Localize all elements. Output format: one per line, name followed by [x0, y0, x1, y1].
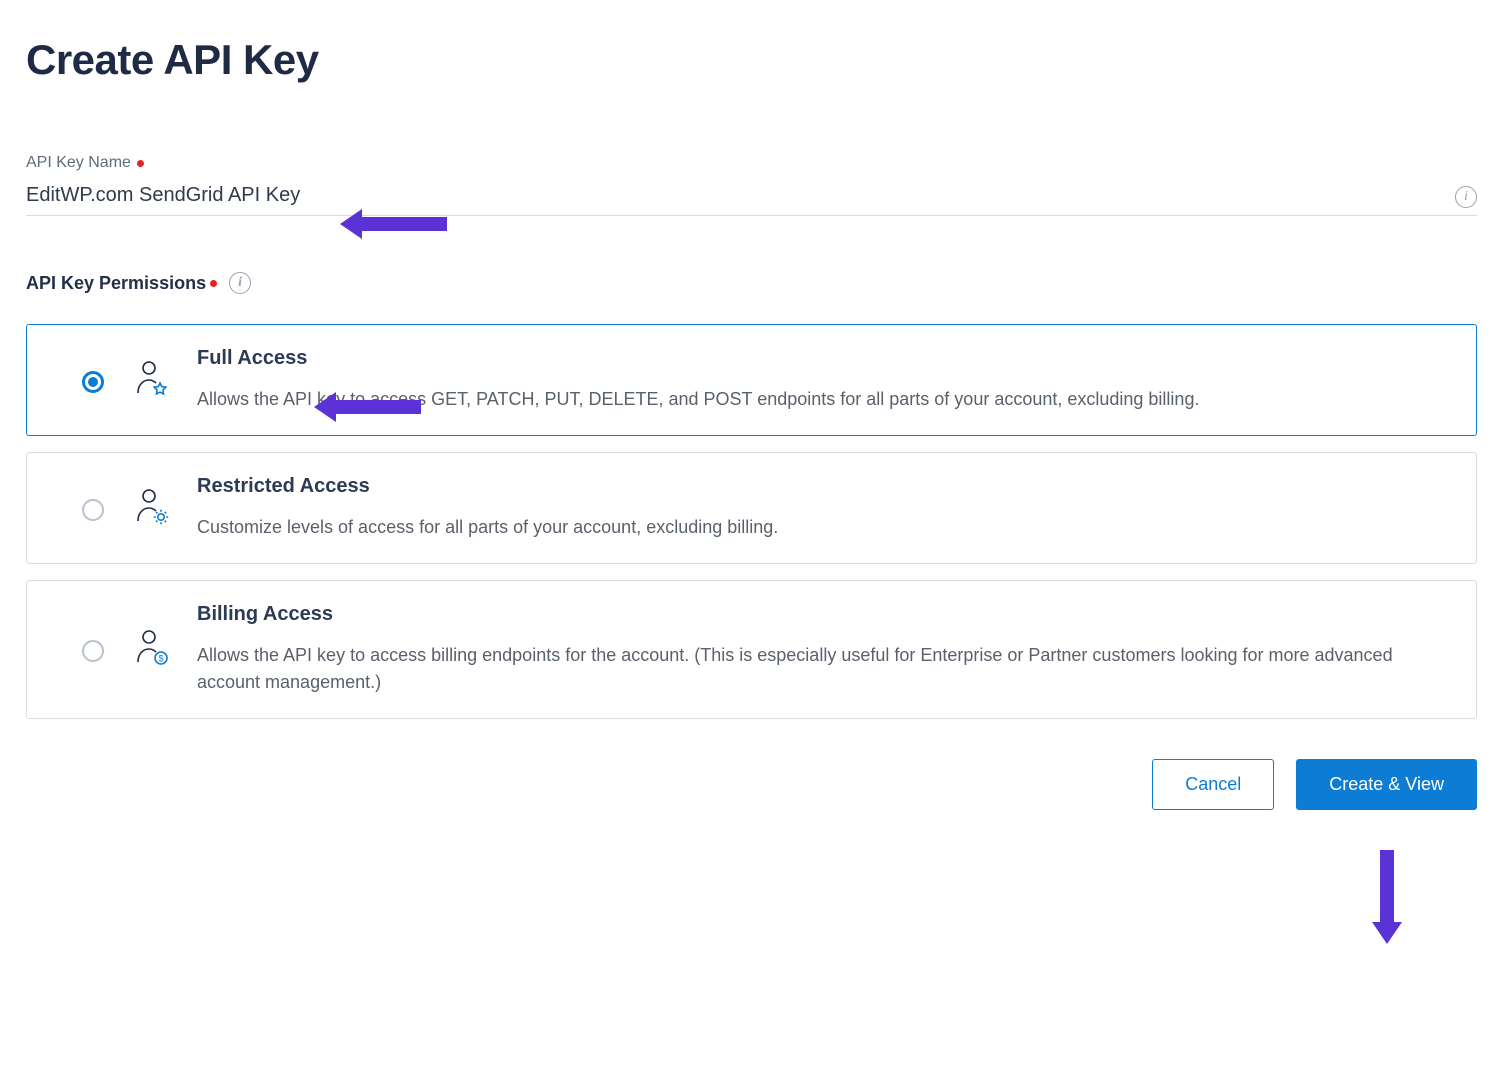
annotation-arrow-icon — [362, 217, 447, 231]
page-title: Create API Key — [26, 36, 1477, 84]
api-key-name-label-text: API Key Name — [26, 154, 131, 172]
option-title: Restricted Access — [197, 475, 1450, 498]
user-star-icon — [135, 359, 169, 402]
permissions-options: Full Access Allows the API key to access… — [26, 324, 1477, 719]
permissions-label: API Key Permissions i — [26, 272, 1477, 294]
user-gear-icon — [135, 487, 169, 530]
annotation-arrow-icon — [336, 400, 421, 414]
required-dot-icon — [137, 160, 144, 167]
annotation-arrow-icon — [1380, 850, 1394, 922]
radio-full-access[interactable] — [82, 371, 104, 393]
create-view-button[interactable]: Create & View — [1296, 759, 1477, 810]
api-key-name-input[interactable] — [26, 178, 1455, 215]
option-title: Billing Access — [197, 603, 1450, 626]
radio-restricted-access[interactable] — [82, 499, 104, 521]
radio-billing-access[interactable] — [82, 640, 104, 662]
info-icon[interactable]: i — [229, 272, 251, 294]
cancel-button[interactable]: Cancel — [1152, 759, 1274, 810]
option-title: Full Access — [197, 347, 1450, 370]
api-key-name-label: API Key Name — [26, 154, 1477, 172]
permission-option-full-access[interactable]: Full Access Allows the API key to access… — [26, 324, 1477, 436]
info-icon[interactable]: i — [1455, 186, 1477, 208]
option-description: Customize levels of access for all parts… — [197, 514, 1450, 541]
required-dot-icon — [210, 280, 217, 287]
option-description: Allows the API key to access billing end… — [197, 642, 1450, 696]
permission-option-billing-access[interactable]: $ Billing Access Allows the API key to a… — [26, 580, 1477, 719]
permissions-label-text: API Key Permissions — [26, 273, 206, 294]
user-dollar-icon: $ — [135, 628, 169, 671]
svg-text:$: $ — [158, 654, 163, 664]
permission-option-restricted-access[interactable]: Restricted Access Customize levels of ac… — [26, 452, 1477, 564]
